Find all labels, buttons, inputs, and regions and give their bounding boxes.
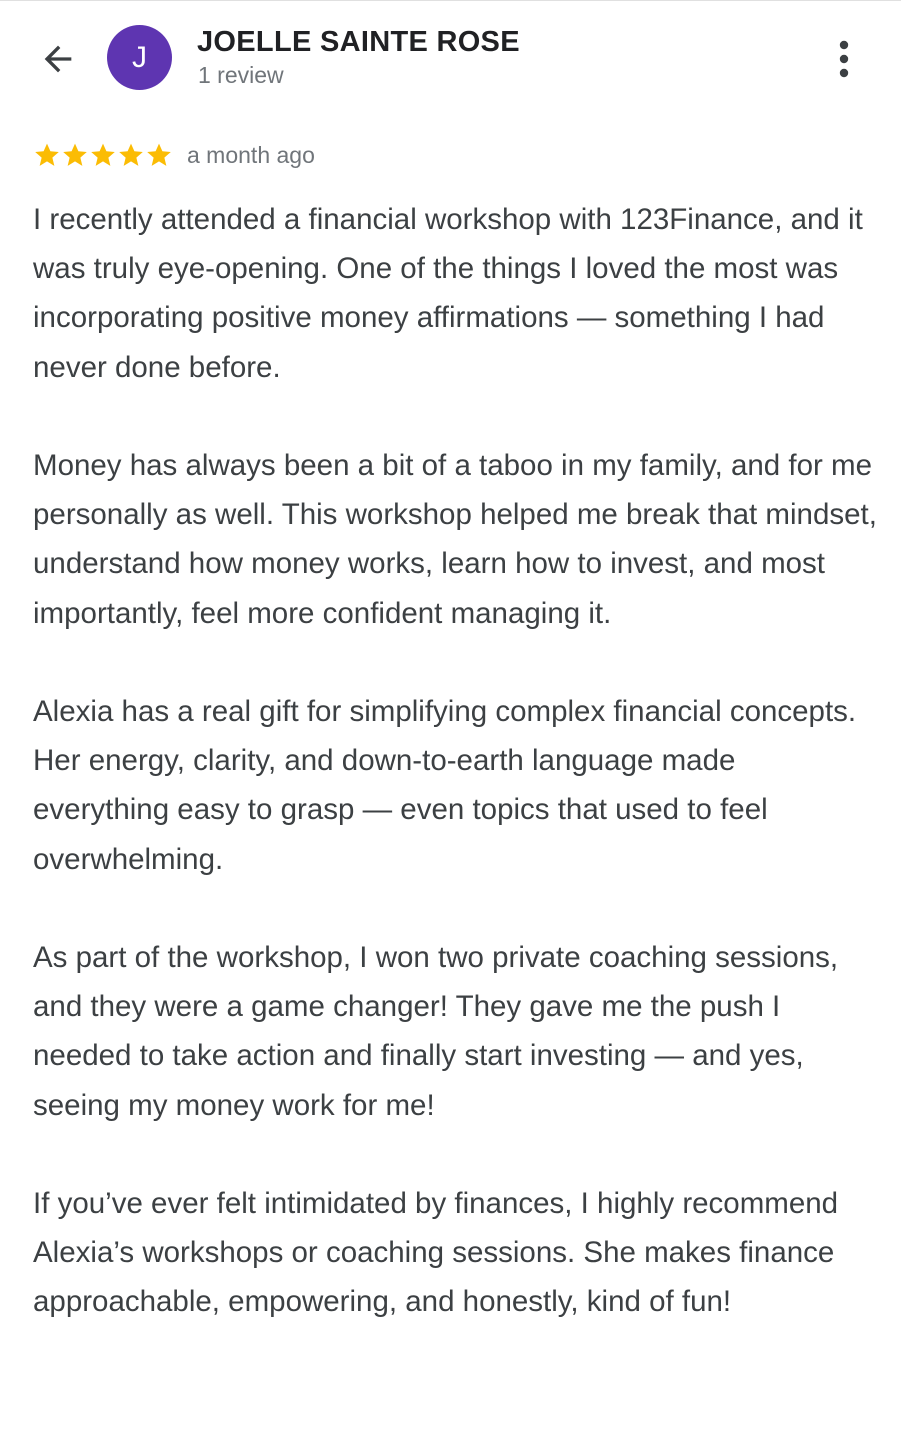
star-icon	[35, 143, 59, 166]
review-paragraph: Money has always been a bit of a taboo i…	[33, 449, 877, 630]
review-text: I recently attended a financial workshop…	[33, 195, 878, 1376]
review-count: 1 review	[198, 62, 284, 88]
review-time: a month ago	[187, 141, 315, 168]
star-icon	[119, 143, 143, 166]
more-options-button[interactable]	[822, 36, 866, 82]
back-button[interactable]	[30, 36, 86, 82]
review-paragraph: I recently attended a financial workshop…	[33, 203, 863, 384]
reviewer-header: J JOELLE SAINTE ROSE 1 review	[0, 0, 901, 118]
more-vert-icon	[839, 40, 849, 78]
rating-row: a month ago	[33, 138, 315, 172]
arrow-back-icon	[44, 45, 72, 73]
review-paragraph: Alexia has a real gift for simplifying c…	[33, 695, 857, 876]
avatar[interactable]: J	[107, 25, 172, 90]
star-icon	[63, 143, 87, 166]
star-icon	[91, 143, 115, 166]
star-rating	[33, 141, 173, 169]
review-paragraph: If you’ve ever felt intimidated by finan…	[33, 1187, 839, 1319]
avatar-initial: J	[132, 40, 147, 74]
star-icon	[147, 143, 171, 166]
reviewer-name[interactable]: JOELLE SAINTE ROSE	[197, 26, 520, 59]
review-paragraph: As part of the workshop, I won two priva…	[33, 941, 839, 1122]
